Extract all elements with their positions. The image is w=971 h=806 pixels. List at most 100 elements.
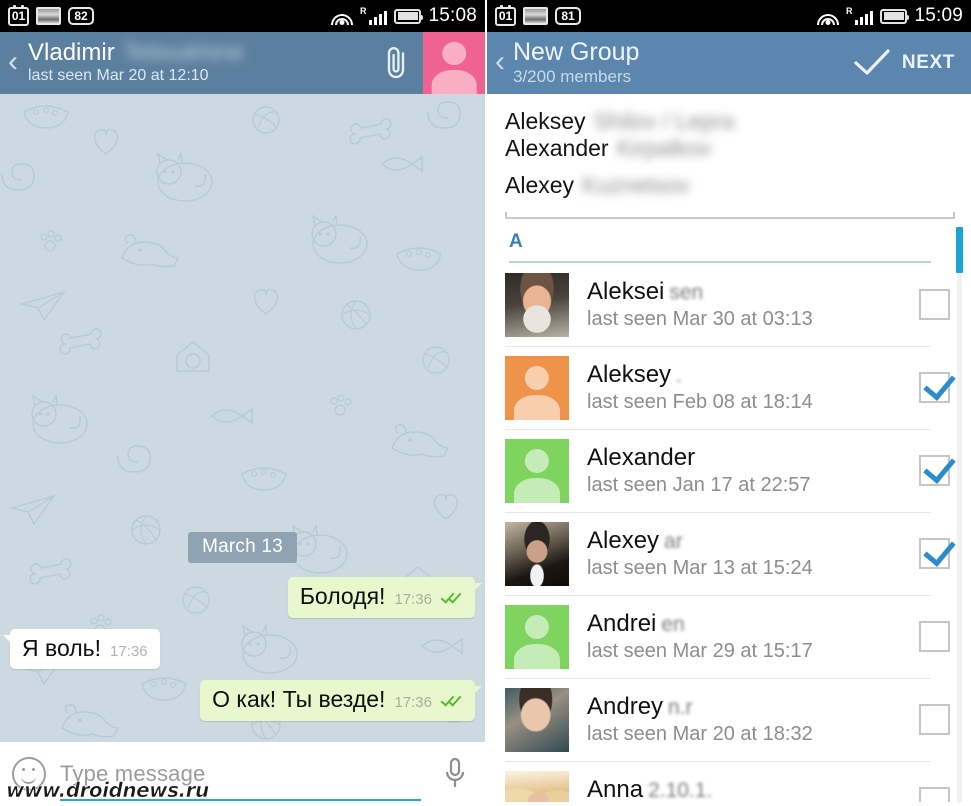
screenshot-root: 01 82 R 15:08 ‹ Vladimir Tetioukhine las… [0, 0, 971, 806]
contact-name-row: Andrey n.r [587, 693, 897, 721]
member-chip-name: Alexey [505, 172, 575, 198]
contact-name-row: Andrei en [587, 610, 897, 638]
notification-count-badge: 82 [68, 7, 94, 25]
telegram-chat-panel: 01 82 R 15:08 ‹ Vladimir Tetioukhine las… [0, 0, 485, 806]
contact-avatar-photo [505, 521, 569, 586]
chat-message-area[interactable]: March 13 Болодя! 17:36 Я воль! 17:36 О к… [0, 94, 485, 742]
contact-row[interactable]: Alexey ar last seen Mar 13 at 15:24 [487, 512, 971, 595]
status-bar-left-icons: 01 81 [495, 4, 581, 26]
contact-checkbox[interactable] [918, 621, 950, 652]
contact-checkbox-checked[interactable] [918, 538, 950, 569]
contact-status: last seen Jan 17 at 22:57 [587, 474, 811, 497]
message-row[interactable]: О как! Ты везде! 17:36 [10, 680, 482, 721]
contact-info: Andrei en last seen Mar 29 at 15:17 [569, 610, 897, 664]
message-bubble-outgoing[interactable]: Болодя! 17:36 [287, 576, 483, 618]
member-chip-name: Aleksey [505, 108, 586, 134]
paperclip-icon[interactable] [369, 32, 423, 94]
contact-row[interactable]: Aleksey . last seen Feb 08 at 18:14 [487, 346, 971, 429]
status-bar-group: 01 81 R 15:09 [487, 0, 971, 32]
contact-status: last seen Mar 20 at 18:32 [587, 723, 813, 746]
contact-checkbox-checked[interactable] [918, 372, 950, 403]
chat-title-row: Vladimir Tetioukhine [28, 40, 369, 65]
message-bubble-outgoing[interactable]: О как! Ты везде! 17:36 [200, 680, 482, 721]
message-time: 17:36 [110, 642, 148, 660]
contact-name-row: Aleksey . [587, 361, 897, 389]
message-bubble-incoming[interactable]: Я воль! 17:36 [3, 628, 160, 670]
status-bar-left-icons: 01 82 [8, 4, 94, 26]
chat-header: ‹ Vladimir Tetioukhine last seen Mar 20 … [0, 32, 485, 94]
message-text: О как! Ты везде! [212, 686, 386, 713]
contact-name: Alexey [587, 526, 660, 554]
microphone-icon[interactable] [437, 757, 473, 791]
chat-header-text[interactable]: Vladimir Tetioukhine last seen Mar 20 at… [26, 32, 369, 94]
next-button-label: NEXT [901, 52, 955, 73]
chat-contact-avatar[interactable] [423, 32, 485, 94]
contact-row[interactable]: Anna 2.10.1. last seen 24.10.13 at 01:01 [487, 761, 971, 802]
member-chip[interactable]: Aleksey Shilov / Lepra [505, 108, 734, 135]
selected-members-field[interactable]: Aleksey Shilov / Lepra Alexander Kirpalk… [487, 94, 971, 217]
message-input-bar: Type message www.droidnews.ru [0, 742, 485, 806]
message-text: Я воль! [22, 634, 102, 661]
contact-surname-redacted: en [661, 612, 685, 636]
page-title: New Group [513, 37, 640, 66]
contact-name-row: Aleksei sen [587, 278, 897, 306]
screenshot-icon [523, 7, 548, 25]
contact-avatar-photo [505, 687, 569, 752]
contact-surname-redacted: . [676, 363, 682, 387]
contact-row[interactable]: Aleksei sen last seen Mar 30 at 03:13 [487, 263, 971, 346]
chat-contact-name: Vladimir [28, 38, 115, 66]
contact-info: Alexander last seen Jan 17 at 22:57 [569, 444, 897, 498]
contact-row[interactable]: Andrei en last seen Mar 29 at 15:17 [487, 595, 971, 678]
contact-checkbox[interactable] [918, 787, 950, 802]
contact-status: last seen Mar 30 at 03:13 [587, 308, 813, 331]
double-check-icon [440, 692, 463, 707]
battery-icon [880, 8, 910, 24]
member-chip-name: Alexander [505, 135, 609, 161]
contact-info: Aleksei sen last seen Mar 30 at 03:13 [569, 278, 897, 332]
new-group-panel: 01 81 R 15:09 ‹ New Group 3/200 members [485, 0, 971, 806]
contact-status: last seen Mar 13 at 15:24 [587, 557, 813, 580]
contact-name: Aleksey [587, 360, 672, 388]
contact-surname-redacted: ar [664, 529, 683, 553]
contact-surname-redacted: n.r [668, 695, 693, 719]
contact-avatar-placeholder [505, 438, 569, 503]
member-chip-surname-redacted: Kirpalkov [616, 135, 712, 161]
wifi-icon [330, 8, 353, 25]
message-row[interactable]: Я воль! 17:36 [3, 628, 475, 670]
scrollbar-track[interactable] [957, 227, 962, 802]
member-chip[interactable]: Alexander Kirpalkov [505, 135, 711, 162]
avatar-placeholder-icon [505, 356, 569, 420]
message-row[interactable]: Болодя! 17:36 [10, 576, 483, 618]
status-bar-right-icons: R 15:09 [816, 5, 963, 27]
roaming-letter: R [359, 5, 367, 16]
contact-status: last seen Feb 08 at 18:14 [587, 391, 813, 414]
contact-row[interactable]: Andrey n.r last seen Mar 20 at 18:32 [487, 678, 971, 761]
section-header: A [487, 219, 971, 257]
contact-avatar-placeholder [505, 355, 569, 420]
back-icon[interactable]: ‹ [487, 45, 513, 82]
contact-name-row: Alexander [587, 444, 897, 472]
roaming-letter: R [845, 5, 853, 16]
contact-checkbox-checked[interactable] [918, 455, 950, 486]
contact-avatar-photo [505, 770, 569, 802]
contact-status: last seen Mar 29 at 15:17 [587, 640, 813, 663]
back-icon[interactable]: ‹ [0, 32, 26, 94]
next-button[interactable]: NEXT [853, 48, 955, 78]
contact-name: Aleksei [587, 277, 665, 305]
selected-members-row: Aleksey Shilov / Lepra Alexander Kirpalk… [505, 108, 955, 162]
contact-avatar-photo [505, 272, 569, 337]
scrollbar-thumb[interactable] [956, 227, 963, 273]
contact-row[interactable]: Alexander last seen Jan 17 at 22:57 [487, 429, 971, 512]
double-check-icon [440, 589, 463, 604]
calendar-icon: 01 [495, 4, 516, 26]
member-chip-surname-redacted: Shilov / Lepra [593, 108, 735, 134]
chat-contact-status: last seen Mar 20 at 12:10 [28, 67, 209, 85]
chat-contact-surname-redacted: Tetioukhine [122, 38, 245, 66]
contact-name: Andrey [587, 692, 664, 720]
contact-checkbox[interactable] [918, 289, 950, 320]
contact-list-area[interactable]: A Aleksei sen last seen Mar 30 at 03:13 [487, 219, 971, 802]
contact-checkbox[interactable] [918, 704, 950, 735]
selected-members-row: Alexey Kuznetsov [505, 172, 955, 199]
member-chip[interactable]: Alexey Kuznetsov [505, 172, 689, 199]
status-bar-right-icons: R 15:08 [330, 5, 477, 27]
